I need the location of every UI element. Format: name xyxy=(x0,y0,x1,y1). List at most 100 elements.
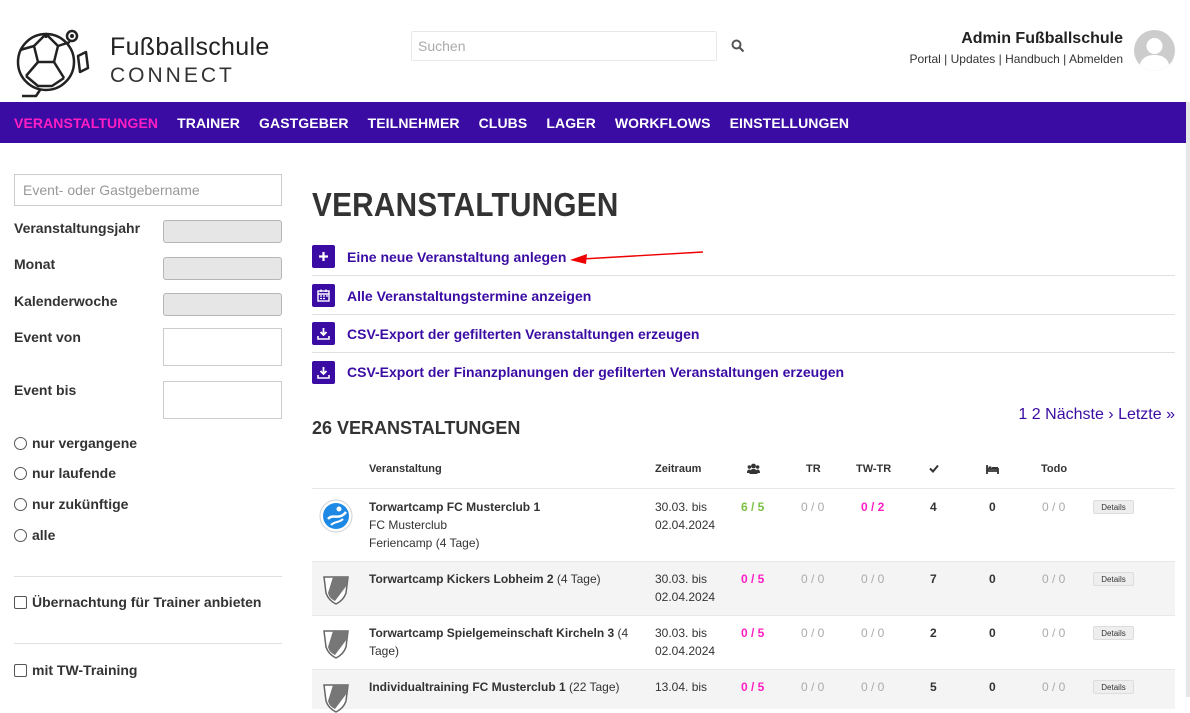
details-button[interactable]: Details xyxy=(1093,626,1134,640)
search-icon[interactable] xyxy=(731,39,745,53)
todo-count: 0 / 0 xyxy=(1042,500,1066,514)
checkbox-label: Übernachtung für Trainer anbieten xyxy=(32,594,262,610)
event-name-link[interactable]: Torwartcamp Spielgemeinschaft Kircheln 3 xyxy=(369,626,614,640)
portal-link[interactable]: Portal xyxy=(909,52,940,66)
period-to: 02.04.2024 xyxy=(655,644,716,658)
link-separator: | xyxy=(1059,52,1069,66)
col-header-twtr[interactable]: TW-TR xyxy=(856,463,891,475)
page-1-link[interactable]: 1 xyxy=(1018,406,1027,423)
event-cell: Torwartcamp FC Musterclub 1 FC Musterclu… xyxy=(369,498,639,552)
period-from: 30.03. bis xyxy=(655,626,708,640)
participants-count: 0 / 5 xyxy=(741,626,765,640)
period-from: 30.03. bis xyxy=(655,572,708,586)
event-to-input[interactable] xyxy=(163,381,282,419)
search-box xyxy=(411,31,717,61)
details-button[interactable]: Details xyxy=(1093,500,1134,514)
logout-link[interactable]: Abmelden xyxy=(1069,52,1123,66)
action-csv-finance[interactable]: CSV-Export der Finanzplanungen der gefil… xyxy=(312,353,1175,391)
radio-label: nur zukünftige xyxy=(32,496,129,512)
details-button[interactable]: Details xyxy=(1093,680,1134,694)
check-count: 4 xyxy=(930,500,937,514)
main-nav: VERANSTALTUNGEN TRAINER GASTGEBER TEILNE… xyxy=(0,102,1186,143)
nav-item-gastgeber[interactable]: GASTGEBER xyxy=(259,115,349,131)
col-header-tr[interactable]: TR xyxy=(806,463,821,475)
radio-past[interactable]: nur vergangene xyxy=(14,435,137,451)
radio-label: nur vergangene xyxy=(32,435,138,451)
event-count-title: 26 VERANSTALTUNGEN xyxy=(312,418,521,438)
twtr-count: 0 / 2 xyxy=(861,500,885,514)
nav-item-lager[interactable]: LAGER xyxy=(546,115,596,131)
event-duration: (4 xyxy=(614,626,629,640)
nav-item-veranstaltungen[interactable]: VERANSTALTUNGEN xyxy=(14,115,158,131)
radio-label: nur laufende xyxy=(32,465,117,481)
checkbox-icon xyxy=(14,595,27,609)
period-from: 30.03. bis xyxy=(655,500,708,514)
group-icon xyxy=(747,463,760,474)
period-to: 02.04.2024 xyxy=(655,590,716,604)
year-label: Veranstaltungsjahr xyxy=(14,220,141,236)
nav-item-einstellungen[interactable]: EINSTELLUNGEN xyxy=(730,115,850,131)
participants-count: 0 / 5 xyxy=(741,572,765,586)
radio-running[interactable]: nur laufende xyxy=(14,465,116,481)
scrollbar[interactable] xyxy=(1186,102,1190,697)
table-row[interactable]: Torwartcamp Kickers Lobheim 2 (4 Tage) 3… xyxy=(312,561,1175,615)
action-label[interactable]: CSV-Export der gefilterten Veranstaltung… xyxy=(347,326,699,342)
event-club: FC Musterclub xyxy=(369,518,448,532)
club-logo-icon xyxy=(319,499,353,533)
avatar[interactable] xyxy=(1134,30,1175,71)
event-search-input[interactable] xyxy=(14,174,282,206)
action-csv-events[interactable]: CSV-Export der gefilterten Veranstaltung… xyxy=(312,315,1175,353)
next-page-link[interactable]: Nächste › xyxy=(1045,406,1113,423)
event-name-link[interactable]: Individualtraining FC Musterclub 1 xyxy=(369,680,566,694)
action-all-dates[interactable]: Alle Veranstaltungstermine anzeigen xyxy=(312,277,1175,315)
event-duration: (4 Tage) xyxy=(553,572,601,586)
event-from-input[interactable] xyxy=(163,328,282,366)
event-name-link[interactable]: Torwartcamp FC Musterclub 1 xyxy=(369,500,540,514)
page-2-link[interactable]: 2 xyxy=(1032,406,1041,423)
table-row[interactable]: Torwartcamp Spielgemeinschaft Kircheln 3… xyxy=(312,615,1175,669)
month-label: Monat xyxy=(14,256,56,272)
handbook-link[interactable]: Handbuch xyxy=(1005,52,1060,66)
action-new-event[interactable]: Eine neue Veranstaltung anlegen xyxy=(312,238,1175,276)
user-links: Portal | Updates | Handbuch | Abmelden xyxy=(909,52,1123,66)
event-duration-cont: Tage) xyxy=(369,644,400,658)
event-from-label: Event von xyxy=(14,329,81,345)
checkbox-icon xyxy=(14,663,27,677)
radio-circle-icon xyxy=(14,466,27,480)
radio-future[interactable]: nur zukünftige xyxy=(14,496,128,512)
club-shield-icon xyxy=(323,684,349,713)
check-count: 7 xyxy=(930,572,937,586)
action-label[interactable]: Alle Veranstaltungstermine anzeigen xyxy=(347,288,591,304)
col-header-period[interactable]: Zeitraum xyxy=(655,463,701,475)
nav-item-trainer[interactable]: TRAINER xyxy=(177,115,240,131)
table-row[interactable]: Torwartcamp FC Musterclub 1 FC Musterclu… xyxy=(312,488,1175,561)
event-name-link[interactable]: Torwartcamp Kickers Lobheim 2 xyxy=(369,572,554,586)
action-label[interactable]: Eine neue Veranstaltung anlegen xyxy=(347,249,566,265)
nav-item-teilnehmer[interactable]: TEILNEHMER xyxy=(368,115,460,131)
brand-subtitle: CONNECT xyxy=(110,64,235,87)
nav-item-clubs[interactable]: CLUBS xyxy=(479,115,528,131)
week-select[interactable] xyxy=(163,293,282,316)
last-page-link[interactable]: Letzte » xyxy=(1118,406,1175,423)
bed-count: 0 xyxy=(989,572,996,586)
period-cell: 30.03. bis 02.04.2024 xyxy=(655,498,715,534)
month-select[interactable] xyxy=(163,257,282,280)
updates-link[interactable]: Updates xyxy=(951,52,996,66)
col-header-todo[interactable]: Todo xyxy=(1041,463,1067,475)
search-input[interactable] xyxy=(412,32,716,60)
nav-item-workflows[interactable]: WORKFLOWS xyxy=(615,115,711,131)
radio-all[interactable]: alle xyxy=(14,527,55,543)
radio-label: alle xyxy=(32,527,56,543)
week-label: Kalenderwoche xyxy=(14,293,118,309)
check-tw-training[interactable]: mit TW-Training xyxy=(14,662,138,678)
action-label[interactable]: CSV-Export der Finanzplanungen der gefil… xyxy=(347,364,844,380)
year-select[interactable] xyxy=(163,220,282,243)
col-header-event[interactable]: Veranstaltung xyxy=(369,463,442,475)
radio-circle-icon xyxy=(14,497,27,511)
football-logo-icon[interactable] xyxy=(12,20,92,98)
details-button[interactable]: Details xyxy=(1093,572,1134,586)
download-icon xyxy=(312,322,335,345)
table-row[interactable]: Individualtraining FC Musterclub 1 (22 T… xyxy=(312,669,1175,713)
check-trainer-overnight[interactable]: Übernachtung für Trainer anbieten xyxy=(14,594,261,610)
check-count: 2 xyxy=(930,626,937,640)
